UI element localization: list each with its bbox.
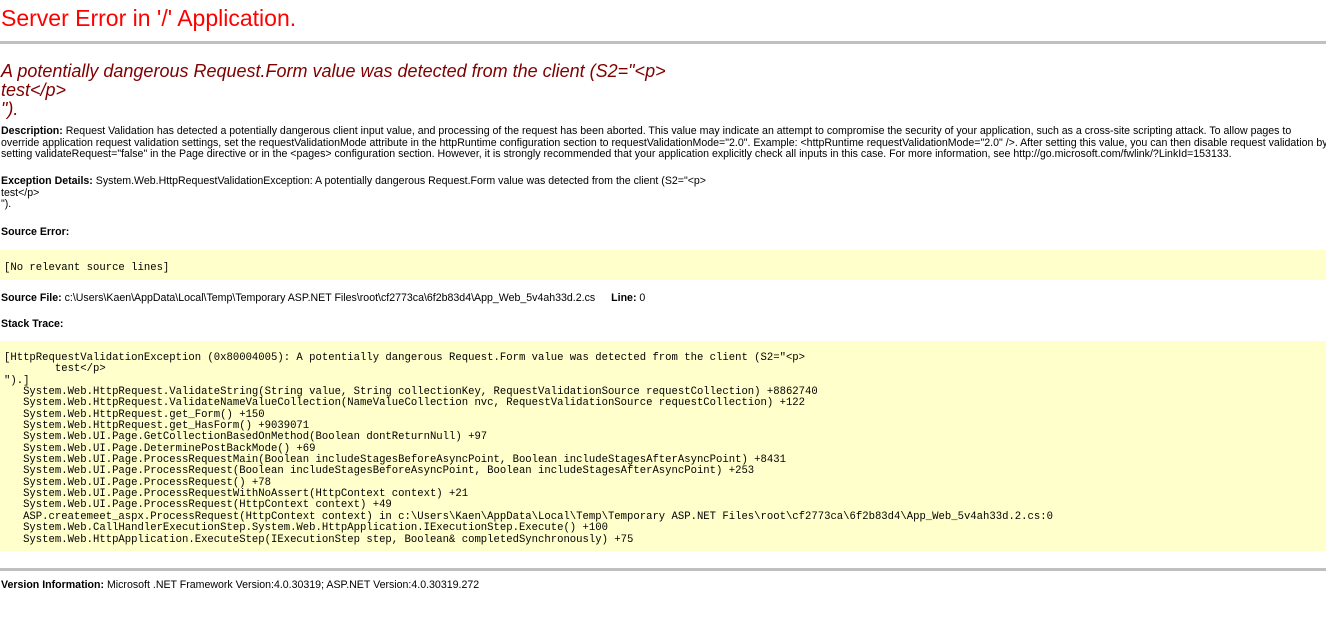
line-value: 0 xyxy=(636,292,646,304)
line-label: Line: xyxy=(611,292,637,304)
source-error-code: [No relevant source lines] xyxy=(0,250,1326,280)
bottom-divider xyxy=(0,568,1326,571)
source-error-label: Source Error: xyxy=(1,226,70,238)
stack-trace-code: [HttpRequestValidationException (0x80004… xyxy=(0,341,1326,551)
stack-trace-line: [HttpRequestValidationException (0x80004… xyxy=(4,352,806,364)
exception-text: test</p> xyxy=(1,186,40,199)
version-text: Microsoft .NET Framework Version:4.0.303… xyxy=(104,579,480,591)
error-page: Server Error in '/' Application. A poten… xyxy=(0,0,1326,630)
source-file-path: c:\Users\Kaen\AppData\Local\Temp\Tempora… xyxy=(61,292,596,304)
page-title: Server Error in '/' Application. xyxy=(1,5,297,31)
stack-trace-label: Stack Trace: xyxy=(1,318,64,330)
version-information: Version Information: Microsoft .NET Fram… xyxy=(1,579,479,591)
stack-trace-line: test</p> xyxy=(4,363,106,376)
exception-text: System.Web.HttpRequestValidationExceptio… xyxy=(92,175,706,187)
source-error-line: [No relevant source lines] xyxy=(4,262,170,274)
exception-label: Exception Details: xyxy=(1,175,93,187)
description-text: setting validateRequest="false" in the P… xyxy=(1,148,1232,160)
version-label: Version Information: xyxy=(1,579,105,591)
error-heading-line: "). xyxy=(1,99,19,119)
description: Description: Request Validation has dete… xyxy=(1,125,1326,161)
error-heading-line: test</p> xyxy=(1,80,67,100)
source-file: Source File: c:\Users\Kaen\AppData\Local… xyxy=(1,292,645,304)
stack-trace-line: System.Web.HttpApplication.ExecuteStep(I… xyxy=(4,533,634,546)
exception-text: "). xyxy=(1,198,12,210)
error-heading: A potentially dangerous Request.Form val… xyxy=(1,62,666,119)
top-divider xyxy=(0,41,1326,44)
exception-details: Exception Details: System.Web.HttpReques… xyxy=(1,175,706,211)
source-file-label: Source File: xyxy=(1,292,62,304)
description-text: Request Validation has detected a potent… xyxy=(62,125,1292,137)
description-label: Description: xyxy=(1,125,63,137)
error-heading-line: A potentially dangerous Request.Form val… xyxy=(1,61,666,81)
stack-trace-line: System.Web.CallHandlerExecutionStep.Syst… xyxy=(4,522,608,535)
